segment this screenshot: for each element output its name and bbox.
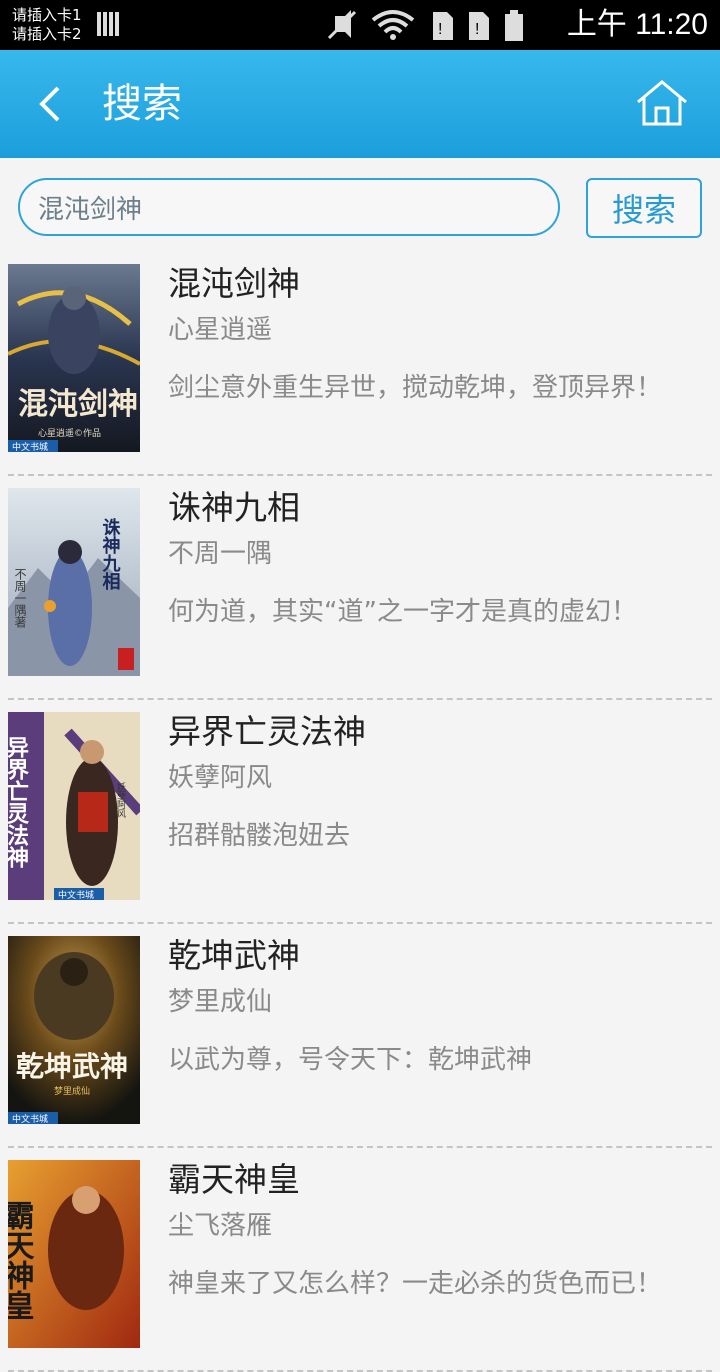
cover-brand: 中文书城: [12, 441, 48, 452]
cover-brand: 中文书城: [12, 1113, 48, 1124]
book-author: 妖孽阿风: [168, 763, 273, 793]
book-description: 以武为尊，号令天下：乾坤武神: [168, 1045, 533, 1075]
svg-text:!: !: [475, 21, 479, 38]
book-description: 招群骷髅泡妞去: [168, 821, 351, 851]
list-item[interactable]: 乾坤武神 梦里成仙 中文书城 乾坤武神 梦里成仙 以武为尊，号令天下：乾坤武神: [8, 924, 712, 1148]
cover-title: 混沌剑神: [18, 387, 138, 422]
cover-subtitle: 妖孽阿风: [115, 781, 126, 819]
sim-card-2-icon: !: [469, 12, 489, 40]
mute-icon: [327, 10, 357, 40]
back-button[interactable]: [22, 78, 78, 130]
search-input[interactable]: [18, 178, 560, 236]
status-bar: 请插入卡1 请插入卡2 ! ! 上午 11:20: [0, 0, 720, 50]
book-author: 尘飞落雁: [168, 1211, 273, 1241]
book-title: 诛神九相: [168, 488, 300, 527]
book-cover: 混沌剑神 心星逍遥©作品 中文书城: [8, 264, 140, 452]
action-bar: 搜索: [0, 50, 720, 158]
book-title: 霸天神皇: [168, 1160, 300, 1199]
book-author: 心星逍遥: [168, 315, 273, 345]
cover-title: 异界亡灵法神: [8, 736, 29, 868]
book-cover: 诛神九相 不周一隅著: [8, 488, 140, 676]
book-description: 何为道，其实“道”之一字才是真的虚幻！: [168, 597, 637, 627]
book-cover: 异界亡灵法神 妖孽阿风 中文书城: [8, 712, 140, 900]
cover-title: 诛神九相: [100, 517, 122, 590]
sim1-status: 请插入卡1: [12, 6, 82, 24]
book-author: 梦里成仙: [168, 987, 273, 1017]
book-description: 神皇来了又怎么样？一走必杀的货色而已！: [168, 1269, 663, 1299]
cover-title: 霸天神皇: [8, 1200, 35, 1320]
clock: 上午 11:20: [566, 8, 708, 41]
svg-text:!: !: [438, 21, 442, 38]
cover-title: 乾坤武神: [16, 1050, 128, 1083]
sim-status: 请插入卡1 请插入卡2: [12, 6, 82, 44]
cover-brand: 中文书城: [58, 889, 94, 900]
list-item[interactable]: 诛神九相 不周一隅著 诛神九相 不周一隅 何为道，其实“道”之一字才是真的虚幻！: [8, 476, 712, 700]
cover-subtitle: 心星逍遥©作品: [38, 427, 101, 439]
signal-bars-icon: [97, 12, 119, 36]
book-cover: 霸天神皇: [8, 1160, 140, 1348]
sim2-status: 请插入卡2: [12, 25, 82, 43]
chevron-left-icon: [39, 86, 60, 122]
cover-subtitle: 梦里成仙: [54, 1085, 90, 1097]
book-cover: 乾坤武神 梦里成仙 中文书城: [8, 936, 140, 1124]
book-title: 异界亡灵法神: [168, 712, 366, 751]
list-item[interactable]: 混沌剑神 心星逍遥©作品 中文书城 混沌剑神 心星逍遥 剑尘意外重生异世，搅动乾…: [8, 252, 712, 476]
cover-subtitle: 不周一隅著: [13, 568, 27, 629]
list-item[interactable]: 异界亡灵法神 妖孽阿风 中文书城 异界亡灵法神 妖孽阿风 招群骷髅泡妞去: [8, 700, 712, 924]
book-description: 剑尘意外重生异世，搅动乾坤，登顶异界！: [168, 373, 663, 403]
book-author: 不周一隅: [168, 539, 273, 569]
wifi-icon: [371, 10, 415, 40]
search-button[interactable]: 搜索: [586, 178, 702, 238]
sim-card-icon: !: [433, 12, 453, 40]
book-title: 乾坤武神: [168, 936, 300, 975]
book-title: 混沌剑神: [168, 264, 300, 303]
status-icons: ! !: [327, 10, 523, 41]
book-list: 混沌剑神 心星逍遥©作品 中文书城 混沌剑神 心星逍遥 剑尘意外重生异世，搅动乾…: [0, 252, 720, 1372]
battery-icon: [505, 10, 523, 41]
list-item[interactable]: 霸天神皇 霸天神皇 尘飞落雁 神皇来了又怎么样？一走必杀的货色而已！: [8, 1148, 712, 1372]
page-title: 搜索: [102, 81, 182, 127]
home-icon: [637, 80, 687, 126]
home-button[interactable]: [634, 78, 690, 130]
